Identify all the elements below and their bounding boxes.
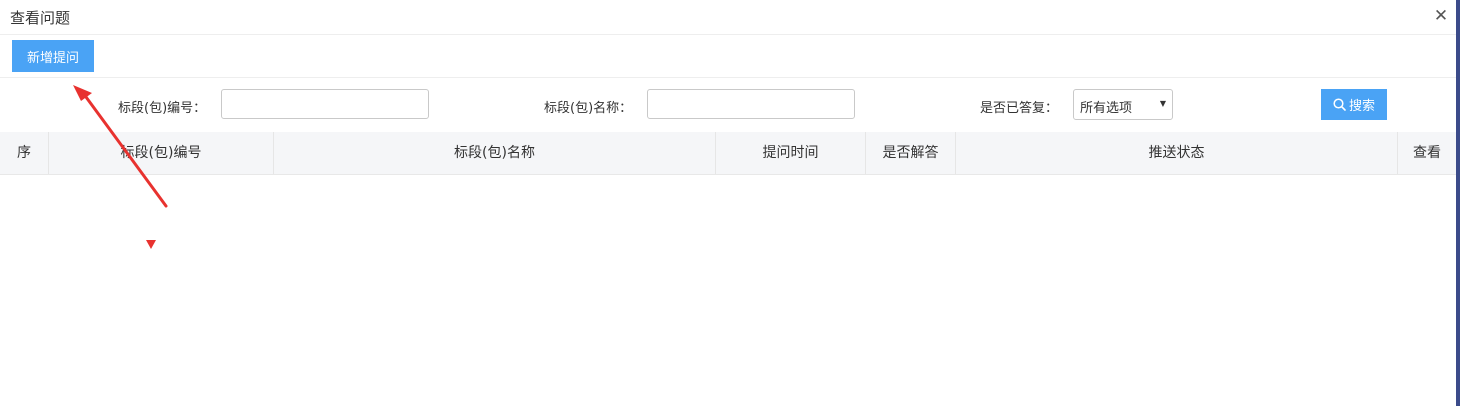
dialog-title: 查看问题 [10, 9, 71, 27]
answered-select[interactable]: 所有选项 ▼ [1073, 89, 1173, 120]
table-header: 序 标段(包)编号 标段(包)名称 提问时间 是否解答 推送状态 查看 [0, 132, 1456, 175]
search-icon [1333, 98, 1346, 111]
answered-select-value: 所有选项 [1080, 101, 1133, 116]
answered-label: 是否已答复： [980, 101, 1059, 116]
add-question-button[interactable]: 新增提问 [12, 40, 94, 72]
segment-code-input[interactable] [221, 89, 429, 119]
dialog-title-bar: 查看问题 ✕ [0, 0, 1456, 35]
caret-down-icon: ▼ [1159, 99, 1166, 108]
table-body [0, 175, 1456, 406]
window-edge [1456, 0, 1460, 406]
column-header-segment-code: 标段(包)编号 [49, 132, 274, 174]
column-header-push-status: 推送状态 [956, 132, 1398, 174]
toolbar: 新增提问 [0, 35, 1456, 78]
column-header-question-time: 提问时间 [716, 132, 866, 174]
segment-code-label: 标段(包)编号： [118, 101, 207, 116]
filter-row: 标段(包)编号： 标段(包)名称： 是否已答复： 所有选项 ▼ 搜索 [0, 78, 1456, 132]
close-icon[interactable]: ✕ [1433, 7, 1449, 25]
segment-name-label: 标段(包)名称： [544, 101, 633, 116]
segment-name-input[interactable] [647, 89, 855, 119]
search-label: 搜索 [1348, 99, 1375, 114]
column-header-segment-name: 标段(包)名称 [274, 132, 716, 174]
column-header-answered: 是否解答 [866, 132, 956, 174]
column-header-index: 序 [0, 132, 49, 174]
search-button[interactable]: 搜索 [1321, 89, 1387, 120]
column-header-view: 查看 [1413, 145, 1441, 161]
view-questions-dialog: 查看问题 ✕ 新增提问 标段(包)编号： 标段(包)名称： 是否已答复： 所有选… [0, 0, 1456, 406]
